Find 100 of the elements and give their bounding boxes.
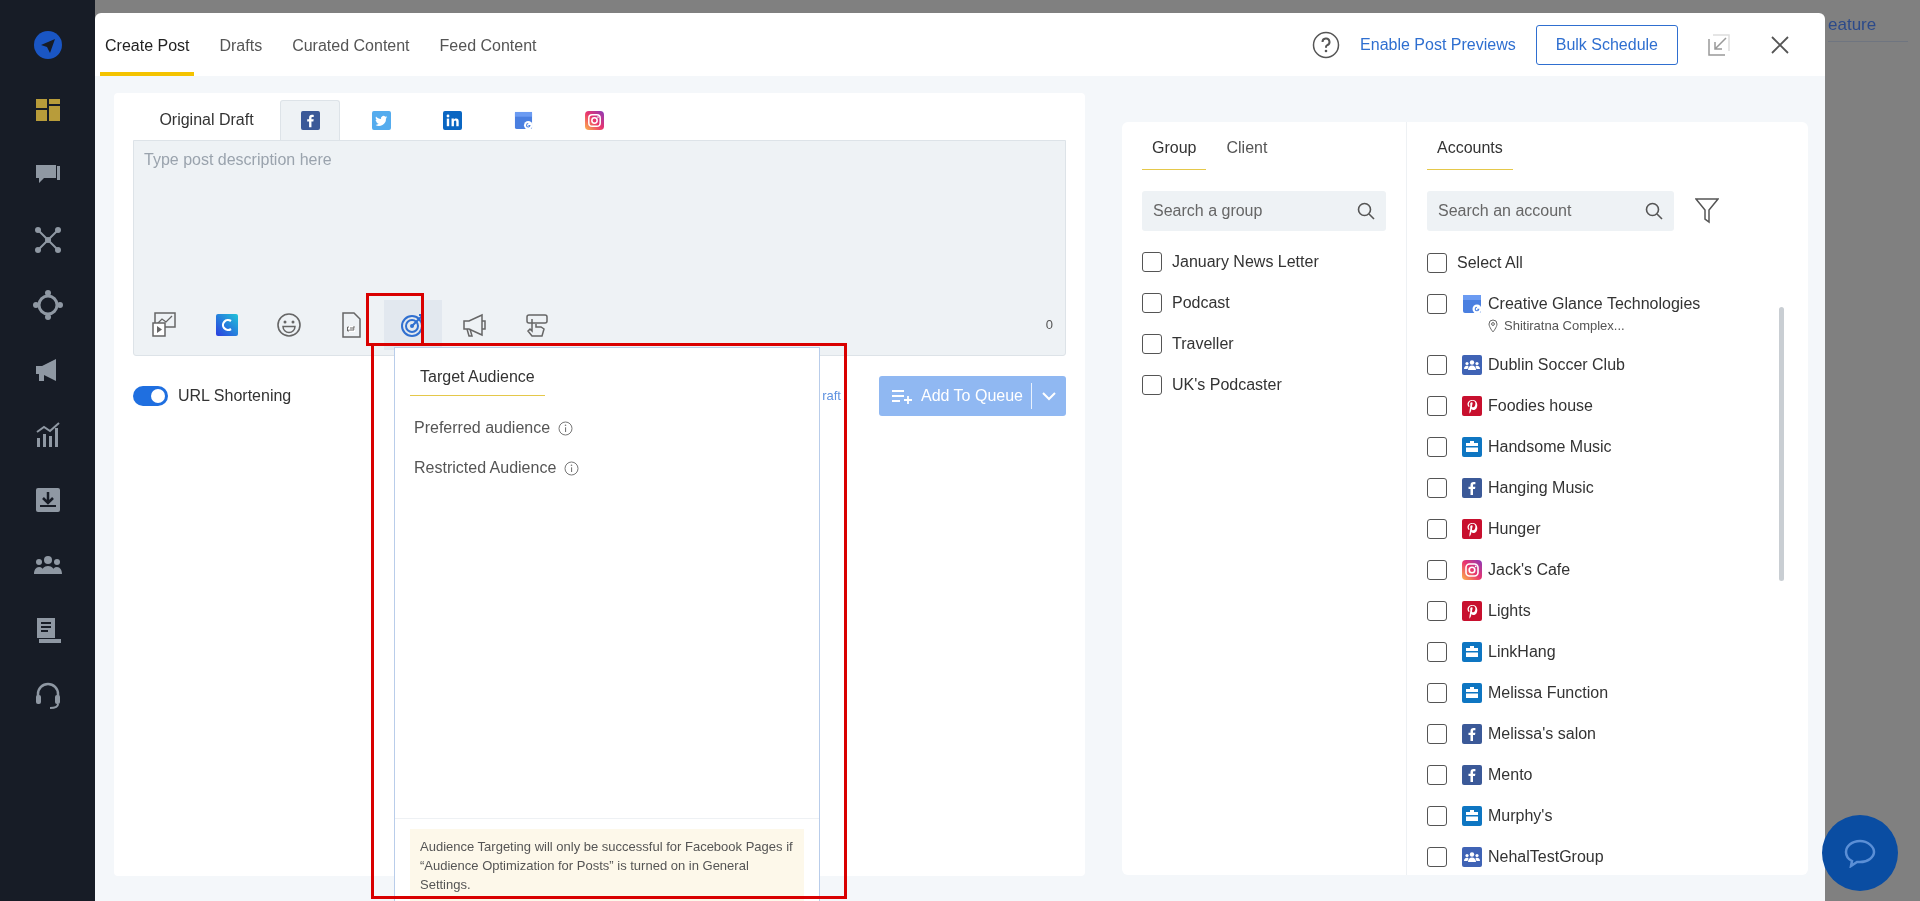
group-icon [1462, 847, 1482, 867]
search-field[interactable]: Search an account [1427, 191, 1674, 231]
briefcase-icon [1462, 437, 1482, 457]
filter-icon[interactable] [1695, 198, 1719, 224]
account-name: Murphy's [1488, 806, 1553, 826]
checkbox[interactable] [1427, 847, 1447, 867]
checkbox[interactable] [1427, 478, 1447, 498]
account-name: Hunger [1488, 519, 1541, 539]
scrollbar[interactable] [1779, 307, 1784, 581]
select-all-label: Select All [1457, 253, 1523, 273]
checkbox[interactable] [1427, 765, 1447, 785]
account-name: Melissa's salon [1488, 724, 1596, 744]
draft-tab[interactable]: Original Draft [133, 100, 280, 140]
tab[interactable]: Target Audience [410, 365, 545, 396]
camera-icon [584, 110, 604, 130]
facebook-icon [300, 111, 320, 130]
field-label: Preferred audience [414, 418, 551, 438]
post-description-field[interactable]: Type post description here 0 [133, 140, 1066, 356]
checkbox[interactable] [1427, 437, 1447, 457]
briefcase-icon [1462, 683, 1482, 703]
search-icon [1357, 202, 1375, 220]
toggle-switch[interactable] [133, 386, 168, 406]
tab[interactable]: Client [1216, 136, 1278, 170]
group-name: UK's Podcaster [1172, 375, 1282, 395]
pin-logo-icon [1462, 396, 1482, 416]
pin-logo-icon [1462, 601, 1482, 621]
storefront-icon [513, 110, 533, 130]
facebook-icon [1462, 765, 1482, 785]
checkbox[interactable] [1427, 683, 1447, 703]
briefcase-icon [1462, 642, 1482, 662]
smiley-icon [275, 311, 303, 339]
tool-button[interactable] [384, 300, 442, 350]
account-name: NehalTestGroup [1488, 847, 1604, 867]
facebook-icon [1462, 724, 1482, 744]
checkbox[interactable] [1142, 293, 1162, 313]
checkbox[interactable] [1427, 601, 1447, 621]
checkbox[interactable] [1427, 253, 1447, 273]
checkbox[interactable] [1427, 642, 1447, 662]
checkbox[interactable] [1427, 724, 1447, 744]
checkbox[interactable] [1427, 519, 1447, 539]
pointing-hand-icon [523, 311, 551, 339]
minimize-icon[interactable] [1708, 33, 1730, 56]
search-icon [1645, 202, 1663, 220]
group-name: Traveller [1172, 334, 1234, 354]
storefront-icon [1462, 294, 1482, 314]
account-name: LinkHang [1488, 642, 1556, 662]
crosshair-icon[interactable] [32, 290, 63, 320]
briefcase-icon [1462, 806, 1482, 826]
account-name: Melissa Function [1488, 683, 1609, 703]
info-icon [564, 460, 580, 476]
facebook-icon [1462, 478, 1482, 498]
checkbox[interactable] [1427, 396, 1447, 416]
preview-link[interactable]: Enable Post Previews [1360, 32, 1516, 57]
queue-add-icon [891, 388, 913, 404]
account-name: Mento [1488, 765, 1533, 785]
bird-icon [371, 110, 391, 130]
media-icon [151, 311, 179, 339]
group-name: Podcast [1172, 293, 1230, 313]
location-pin-icon [1488, 318, 1498, 333]
logo-icon [32, 30, 63, 60]
account-name: Foodies house [1488, 396, 1593, 416]
checkbox[interactable] [1427, 560, 1447, 580]
camera-icon [1462, 560, 1482, 580]
tab[interactable]: Feed Content [434, 34, 542, 76]
linkedin-icon [442, 110, 462, 130]
checkbox[interactable] [1427, 806, 1447, 826]
checkbox[interactable] [1427, 355, 1447, 375]
group-name: January News Letter [1172, 252, 1319, 272]
info-icon [558, 420, 574, 436]
chat-bubble-icon [1843, 838, 1877, 868]
megaphone-icon [461, 311, 489, 339]
tab[interactable]: Group [1142, 136, 1207, 170]
tab[interactable]: Curated Content [287, 34, 415, 76]
search-field[interactable]: Search a group [1142, 191, 1386, 231]
checkbox[interactable] [1427, 294, 1447, 314]
tab[interactable]: Drafts [214, 34, 268, 76]
character-count: 0 [1045, 316, 1054, 335]
placeholder-text: Type post description here [143, 150, 333, 170]
checkbox[interactable] [1142, 334, 1162, 354]
toggle-label: URL Shortening [178, 386, 292, 406]
tab[interactable]: Accounts [1427, 136, 1513, 170]
account-name: Creative Glance Technologies [1488, 294, 1701, 314]
platform-tab[interactable] [280, 100, 340, 140]
chevron-down-icon [1042, 391, 1056, 401]
checkbox[interactable] [1142, 252, 1162, 272]
bulk-schedule-button[interactable]: Bulk Schedule [1535, 24, 1678, 65]
account-name: Handsome Music [1488, 437, 1612, 457]
pin-logo-icon [1462, 519, 1482, 539]
help-icon[interactable] [1312, 30, 1341, 59]
network-icon[interactable] [32, 225, 63, 255]
close-icon[interactable] [1770, 34, 1790, 55]
group-icon [1462, 355, 1482, 375]
account-name: Dublin Soccer Club [1488, 355, 1625, 375]
checkbox[interactable] [1142, 375, 1162, 395]
account-name: Lights [1488, 601, 1531, 621]
notice-text: Audience Targeting will only be successful for Facebook Pages if “Audience Optimization for Posts” is turned on in General Settings. [410, 829, 804, 901]
field-label: Restricted Audience [414, 458, 557, 478]
account-name: Jack's Cafe [1488, 560, 1571, 580]
location-text: Shitiratna Complex... [1504, 316, 1625, 335]
canva-logo-icon [213, 311, 241, 339]
